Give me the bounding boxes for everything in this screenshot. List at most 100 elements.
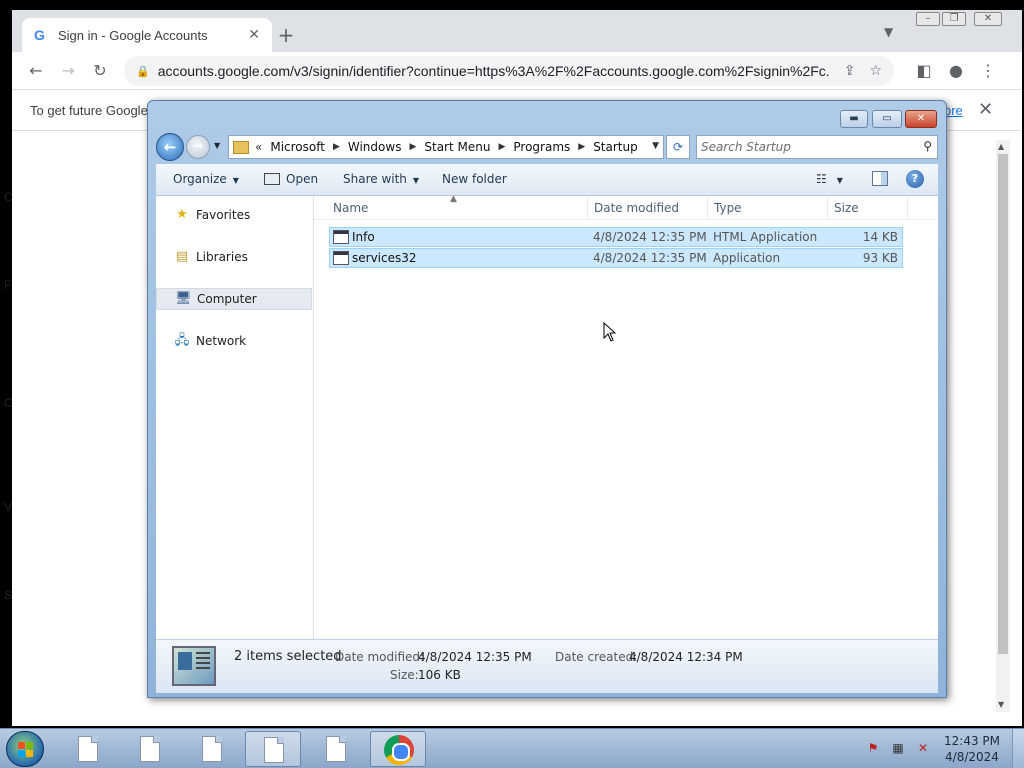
new-folder-button[interactable]: New folder	[442, 172, 507, 186]
address-breadcrumb[interactable]: « Microsoft ▶ Windows ▶ Start Menu ▶ Pro…	[228, 135, 664, 159]
taskbar-item-chrome[interactable]	[370, 731, 426, 767]
open-button[interactable]: Open	[264, 172, 318, 186]
page-text-fragment: C	[4, 396, 13, 410]
page-text-fragment: F	[4, 278, 12, 292]
column-header-size[interactable]: Size	[834, 201, 859, 215]
breadcrumb-overflow[interactable]: «	[255, 140, 262, 154]
taskbar-item-document-active[interactable]	[245, 731, 301, 767]
chevron-down-icon: ▼	[232, 176, 239, 185]
file-type: Application	[713, 251, 781, 265]
profile-avatar-icon[interactable]: ●	[944, 60, 968, 82]
file-size: 14 KB	[862, 230, 898, 244]
volume-muted-icon[interactable]: ✕	[916, 741, 930, 755]
taskbar-item-document[interactable]	[184, 731, 240, 767]
network-tray-icon[interactable]: ▦	[891, 741, 905, 755]
file-name: Info	[352, 230, 375, 244]
preview-pane-icon[interactable]	[872, 171, 888, 186]
taskbar: ⚑ ▦ ✕ 12:43 PM 4/8/2024	[0, 728, 1024, 768]
column-divider[interactable]	[827, 198, 828, 218]
breadcrumb-programs[interactable]: Programs	[513, 140, 570, 154]
column-header-name[interactable]: Name	[333, 201, 368, 215]
tab-google-sign-in[interactable]: G Sign in - Google Accounts ✕	[22, 18, 272, 52]
back-arrow-icon[interactable]: ←	[156, 133, 184, 161]
share-icon[interactable]: ⇪	[844, 63, 856, 79]
breadcrumb-microsoft[interactable]: Microsoft	[270, 140, 325, 154]
column-header-date-modified[interactable]: Date modified	[594, 201, 679, 215]
menu-kebab-icon[interactable]: ⋮	[976, 60, 1000, 82]
taskbar-item-document[interactable]	[308, 731, 364, 767]
new-tab-button[interactable]: +	[274, 24, 298, 48]
column-divider[interactable]	[587, 198, 588, 218]
lock-icon[interactable]: 🔒	[136, 65, 150, 78]
document-icon	[326, 736, 346, 762]
explorer-window: ▬ ▭ ✕ ← → ▼ « Microsoft ▶ Windows ▶ Star…	[147, 100, 947, 698]
selection-thumbnail-icon	[172, 646, 216, 686]
nav-item-label: Computer	[197, 292, 257, 306]
mouse-cursor-icon	[603, 322, 617, 342]
bookmark-star-icon[interactable]: ☆	[869, 63, 882, 79]
document-icon	[78, 736, 98, 762]
nav-item-network[interactable]: 🖧 Network	[156, 330, 312, 352]
html-application-icon	[333, 230, 349, 244]
explorer-minimize-icon[interactable]: ▬	[840, 110, 868, 128]
forward-arrow-icon[interactable]: →	[56, 60, 80, 82]
file-row-services32[interactable]: services32 4/8/2024 12:35 PM Application…	[329, 248, 903, 268]
breadcrumb-separator-icon[interactable]: ▶	[498, 142, 505, 152]
close-window-icon[interactable]: ✕	[974, 12, 1002, 26]
minimize-icon[interactable]: –	[916, 12, 940, 26]
column-header-type[interactable]: Type	[714, 201, 742, 215]
column-divider[interactable]	[707, 198, 708, 218]
forward-arrow-icon[interactable]: →	[186, 135, 210, 159]
side-panel-icon[interactable]: ◧	[912, 60, 936, 82]
column-divider[interactable]	[907, 198, 908, 218]
taskbar-item-document[interactable]	[60, 731, 116, 767]
system-clock[interactable]: 12:43 PM 4/8/2024	[942, 733, 1002, 765]
search-input[interactable]	[701, 138, 911, 156]
nav-item-favorites[interactable]: ★ Favorites	[156, 204, 312, 226]
tab-title: Sign in - Google Accounts	[58, 27, 208, 43]
close-tab-icon[interactable]: ✕	[248, 27, 260, 43]
nav-item-label: Network	[196, 334, 247, 348]
organize-button[interactable]: Organize ▼	[173, 172, 239, 186]
open-label: Open	[286, 172, 319, 186]
page-scrollbar[interactable]: ▲ ▼	[996, 140, 1010, 712]
search-box[interactable]: ⚲	[696, 135, 938, 159]
back-arrow-icon[interactable]: ←	[24, 60, 48, 82]
breadcrumb-startup[interactable]: Startup	[593, 140, 638, 154]
help-icon[interactable]: ?	[906, 170, 924, 188]
restore-icon[interactable]: ❐	[942, 12, 966, 26]
action-center-alert-icon[interactable]: ⚑	[866, 741, 880, 755]
organize-label: Organize	[173, 172, 227, 186]
url-text[interactable]: accounts.google.com/v3/signin/identifier…	[158, 63, 830, 79]
explorer-close-icon[interactable]: ✕	[905, 110, 937, 128]
refresh-icon[interactable]: ⟳	[666, 135, 690, 159]
show-desktop-button[interactable]	[1012, 729, 1024, 768]
taskbar-item-document[interactable]	[122, 731, 178, 767]
breadcrumb-windows[interactable]: Windows	[348, 140, 402, 154]
google-icon: G	[34, 27, 45, 43]
address-bar[interactable]: 🔒 accounts.google.com/v3/signin/identifi…	[124, 56, 894, 86]
address-dropdown-icon[interactable]: ▼	[652, 141, 659, 151]
recent-pages-dropdown-icon[interactable]: ▼	[214, 141, 220, 150]
breadcrumb-start-menu[interactable]: Start Menu	[424, 140, 490, 154]
date-created-label: Date created:	[555, 650, 638, 664]
tab-search-chevron-icon[interactable]: ▼	[884, 25, 893, 39]
computer-icon: 🖥	[175, 291, 192, 306]
share-with-button[interactable]: Share with ▼	[343, 172, 419, 186]
file-row-info[interactable]: Info 4/8/2024 12:35 PM HTML Application …	[329, 227, 903, 247]
breadcrumb-separator-icon[interactable]: ▶	[578, 142, 585, 152]
scroll-down-icon[interactable]: ▼	[998, 700, 1004, 709]
nav-item-libraries[interactable]: ▤ Libraries	[156, 246, 312, 268]
info-bar-close-icon[interactable]: ✕	[978, 99, 993, 120]
nav-item-computer[interactable]: 🖥 Computer	[156, 288, 312, 310]
search-icon[interactable]: ⚲	[923, 139, 932, 153]
scrollbar-thumb[interactable]	[998, 154, 1008, 654]
explorer-maximize-icon[interactable]: ▭	[872, 110, 902, 128]
start-button[interactable]	[6, 731, 44, 767]
breadcrumb-separator-icon[interactable]: ▶	[409, 142, 416, 152]
change-view-button[interactable]: ☷ ▼	[816, 172, 843, 186]
details-pane: 2 items selected Date modified: 4/8/2024…	[156, 639, 938, 693]
scroll-up-icon[interactable]: ▲	[998, 142, 1004, 151]
breadcrumb-separator-icon[interactable]: ▶	[333, 142, 340, 152]
reload-icon[interactable]: ↻	[88, 60, 112, 82]
